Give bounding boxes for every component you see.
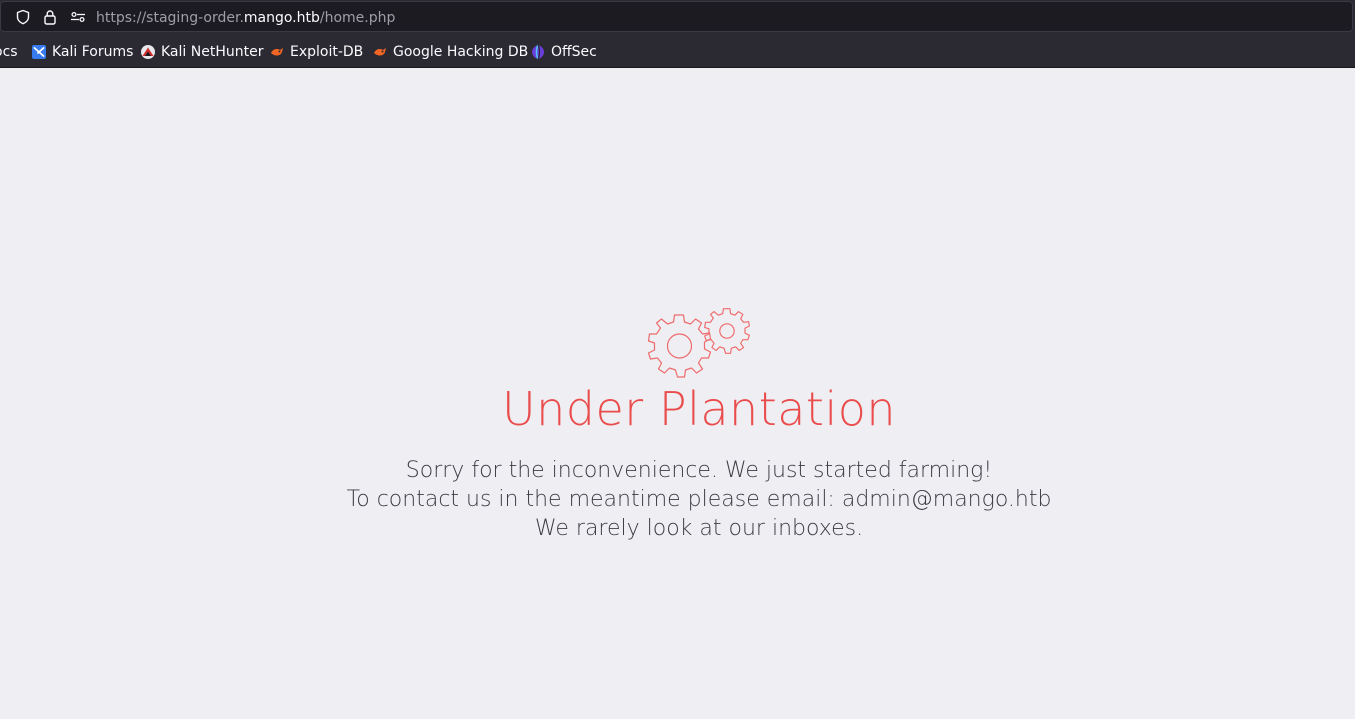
bookmark-offsec[interactable]: OffSec [530,43,597,61]
bookmark-exploit-db[interactable]: Exploit-DB [269,43,363,61]
url-text[interactable]: https://staging-order.mango.htb/home.php [96,8,395,28]
kali-nethunter-icon [140,44,156,60]
message-line: To contact us in the meantime please ema… [346,487,1052,512]
kali-forums-icon [31,44,47,60]
bookmark-kali-nethunter[interactable]: Kali NetHunter [140,43,263,61]
url-host: mango.htb [243,10,320,26]
page-title: Under Plantation [501,382,897,436]
lock-icon[interactable] [42,9,58,25]
gears-icon [647,308,750,378]
url-path: /home.php [319,10,396,26]
bookmark-label: OffSec [551,44,597,60]
bookmark-label: Google Hacking DB [393,44,529,60]
bookmark-label: Exploit-DB [290,44,364,60]
offsec-icon [530,44,546,60]
page-content: Under Plantation Sorry for the inconveni… [0,68,1355,719]
bookmark-label: Kali Forums [52,44,134,60]
ghdb-icon [372,44,388,60]
message-line: We rarely look at our inboxes. [534,516,864,541]
url-scheme: https://staging-order. [96,10,244,26]
url-bar[interactable]: https://staging-order.mango.htb/home.php [0,1,1353,32]
bookmarks-toolbar: ocs Kali Forums Kali NetHunter Exploit-D… [0,35,1355,68]
exploit-db-icon [269,44,285,60]
permissions-icon[interactable] [70,9,86,25]
bookmark-kali-forums[interactable]: Kali Forums [31,43,133,61]
shield-icon[interactable] [15,9,31,25]
message-line: Sorry for the inconvenience. We just sta… [405,458,993,483]
bookmark-label: Kali NetHunter [161,44,264,60]
bookmark-docs[interactable]: ocs [0,43,18,61]
bookmark-google-hacking-db[interactable]: Google Hacking DB [372,43,528,61]
browser-toolbar: https://staging-order.mango.htb/home.php [0,0,1355,35]
bookmark-label: ocs [0,44,18,60]
